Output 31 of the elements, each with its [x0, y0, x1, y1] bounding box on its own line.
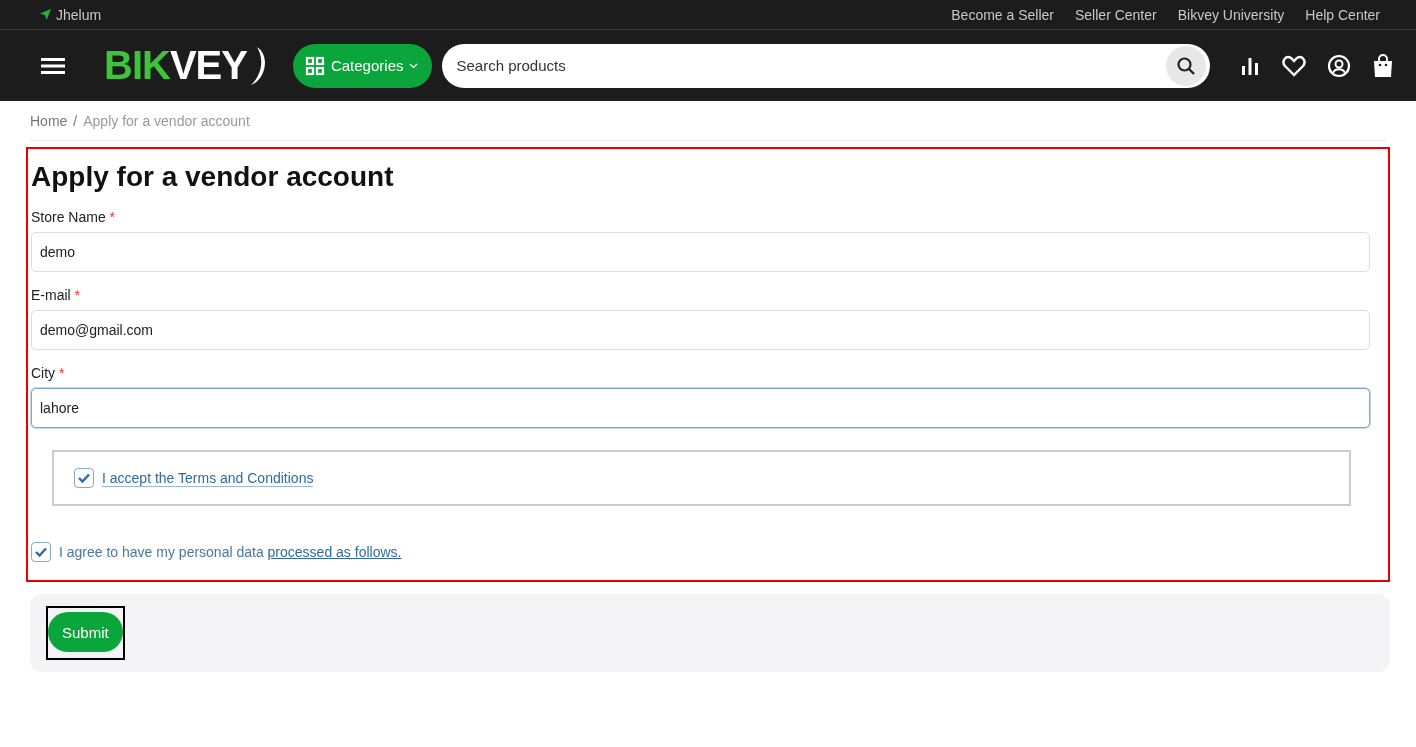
- field-label: City *: [31, 365, 66, 381]
- top-link[interactable]: Become a Seller: [951, 6, 1054, 23]
- text-input[interactable]: demo@gmail.com: [31, 310, 1370, 350]
- field-label: E-mail *: [31, 287, 81, 303]
- top-link[interactable]: Seller Center: [1075, 6, 1157, 23]
- menu-icon[interactable]: [41, 56, 65, 75]
- check-icon: [35, 547, 47, 557]
- breadcrumb-separator: /: [73, 113, 78, 129]
- terms-link[interactable]: I accept the Terms and Conditions: [102, 469, 314, 487]
- logo[interactable]: BIKVEY: [104, 43, 269, 88]
- page-title: Apply for a vendor account: [31, 161, 395, 193]
- top-link[interactable]: Help Center: [1305, 6, 1380, 23]
- search-field[interactable]: Search products: [442, 43, 1211, 88]
- user-icon[interactable]: [1327, 53, 1351, 78]
- top-link[interactable]: Bikvey University: [1177, 6, 1285, 23]
- location-arrow-icon: [40, 9, 51, 20]
- checkbox[interactable]: [31, 542, 51, 562]
- consent-text: I agree to have my personal data processed as follows.: [59, 544, 402, 560]
- check-icon: [78, 473, 90, 483]
- shopping-bag-icon[interactable]: [1372, 53, 1394, 78]
- privacy-link[interactable]: processed as follows.: [267, 544, 402, 560]
- search-icon: [1176, 55, 1197, 76]
- text-input[interactable]: demo: [31, 232, 1370, 272]
- grid-icon: [304, 55, 325, 76]
- field-label: Store Name *: [31, 209, 117, 225]
- text-input[interactable]: lahore: [31, 388, 1370, 428]
- location-link[interactable]: Jhelum: [40, 6, 102, 23]
- heart-icon[interactable]: [1282, 54, 1306, 77]
- caret-icon: [409, 62, 419, 69]
- checkbox[interactable]: [74, 468, 94, 488]
- breadcrumb-link[interactable]: Home: [30, 113, 68, 129]
